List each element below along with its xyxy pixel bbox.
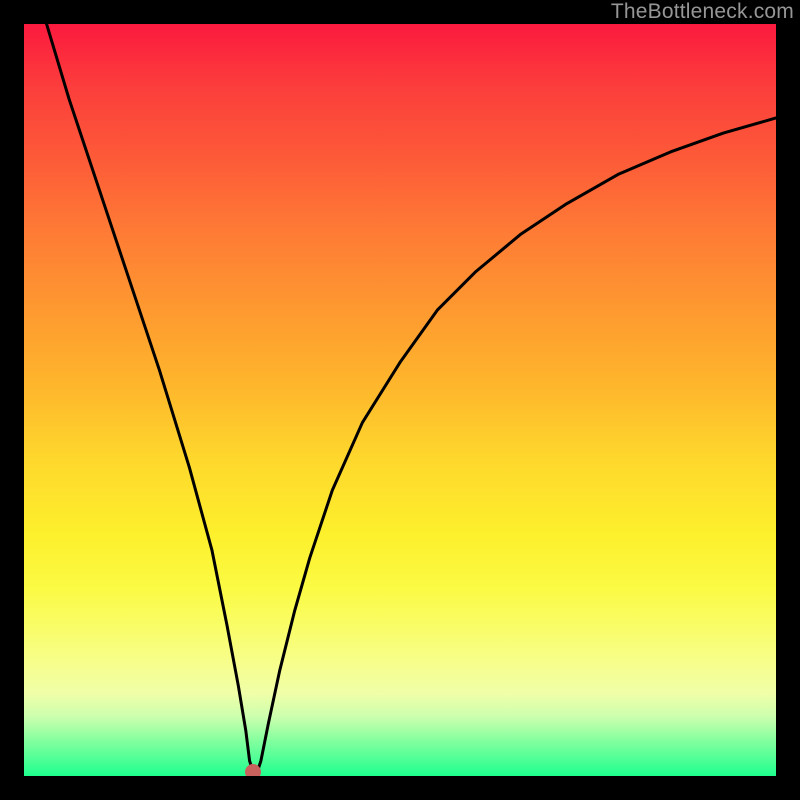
minimum-marker [245,764,261,776]
bottleneck-curve [47,24,776,772]
chart-frame: TheBottleneck.com [0,0,800,800]
watermark-text: TheBottleneck.com [611,0,794,24]
curve-layer [24,24,776,776]
plot-area [24,24,776,776]
